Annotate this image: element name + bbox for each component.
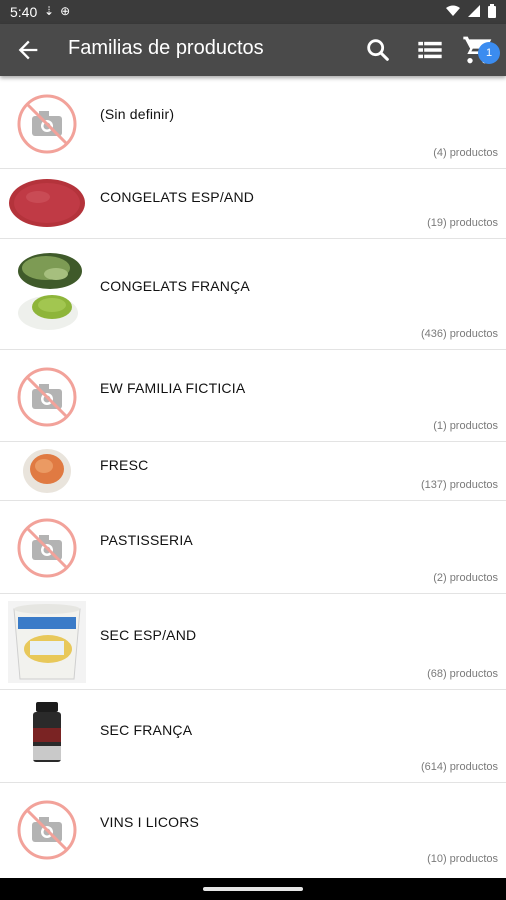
status-time: 5:40 [10,4,38,20]
no-photo-icon [17,800,77,860]
list-item[interactable]: CONGELATS ESP/AND (19) productos [0,169,506,239]
status-bar: 5:40 ⇣⊕ [0,0,506,24]
family-name: CONGELATS ESP/AND [100,189,255,205]
product-count: (10) productos [427,853,498,865]
search-icon[interactable] [364,36,392,64]
list-item[interactable]: PASTISSERIA (2) productos [0,501,506,594]
list-item[interactable]: EW FAMILIA FICTICIA (1) productos [0,350,506,442]
battery-icon [488,4,496,18]
no-photo-icon [17,94,77,154]
list-item[interactable]: FRESC (137) productos [0,442,506,501]
wifi-icon [446,5,460,16]
family-name: FRESC [100,457,149,473]
burger-patty-photo [8,175,86,231]
spice-jar-photo [8,700,86,770]
cart-count-badge[interactable]: 1 [478,42,500,64]
signal-icon [468,5,480,17]
bucket-product-photo [8,601,86,683]
product-count: (614) productos [420,761,498,773]
product-count: (436) productos [420,328,498,340]
vpn-icon: ⊕ [60,4,77,18]
family-name: CONGELATS FRANÇA [100,278,250,294]
family-name: VINS I LICORS [100,814,200,830]
home-gesture-handle[interactable] [203,887,303,891]
green-peas-photo [8,249,86,339]
product-count: (1) productos [433,420,498,432]
lentils-bowl-photo [8,446,86,496]
app-bar: Familias de productos [0,24,506,76]
list-item[interactable]: SEC FRANÇA (614) productos [0,690,506,783]
product-count: (2) productos [433,572,498,584]
list-item[interactable]: SEC ESP/AND (68) productos [0,594,506,690]
list-item[interactable]: CONGELATS FRANÇA (436) productos [0,239,506,350]
no-photo-icon [17,518,77,578]
status-left-icons: ⇣⊕ [44,4,76,18]
family-name: (Sin definir) [100,106,175,122]
family-name: SEC ESP/AND [100,627,197,643]
list-item[interactable]: (Sin definir) (4) productos [0,76,506,169]
system-nav-bar [0,878,506,900]
list-item[interactable]: VINS I LICORS (10) productos [0,783,506,878]
family-name: PASTISSERIA [100,532,193,548]
usb-icon: ⇣ [44,4,61,18]
status-right-icons [446,4,496,18]
family-name: EW FAMILIA FICTICIA [100,380,246,396]
page-title: Familias de productos [68,37,264,59]
product-count: (19) productos [427,217,498,229]
family-name: SEC FRANÇA [100,722,193,738]
list-view-icon[interactable] [416,36,444,64]
product-count: (4) productos [433,147,498,159]
families-list: (Sin definir) (4) productos CONGELATS ES… [0,76,506,878]
back-arrow-icon[interactable] [14,36,42,64]
product-count: (137) productos [420,479,498,491]
no-photo-icon [17,367,77,427]
product-count: (68) productos [427,668,498,680]
